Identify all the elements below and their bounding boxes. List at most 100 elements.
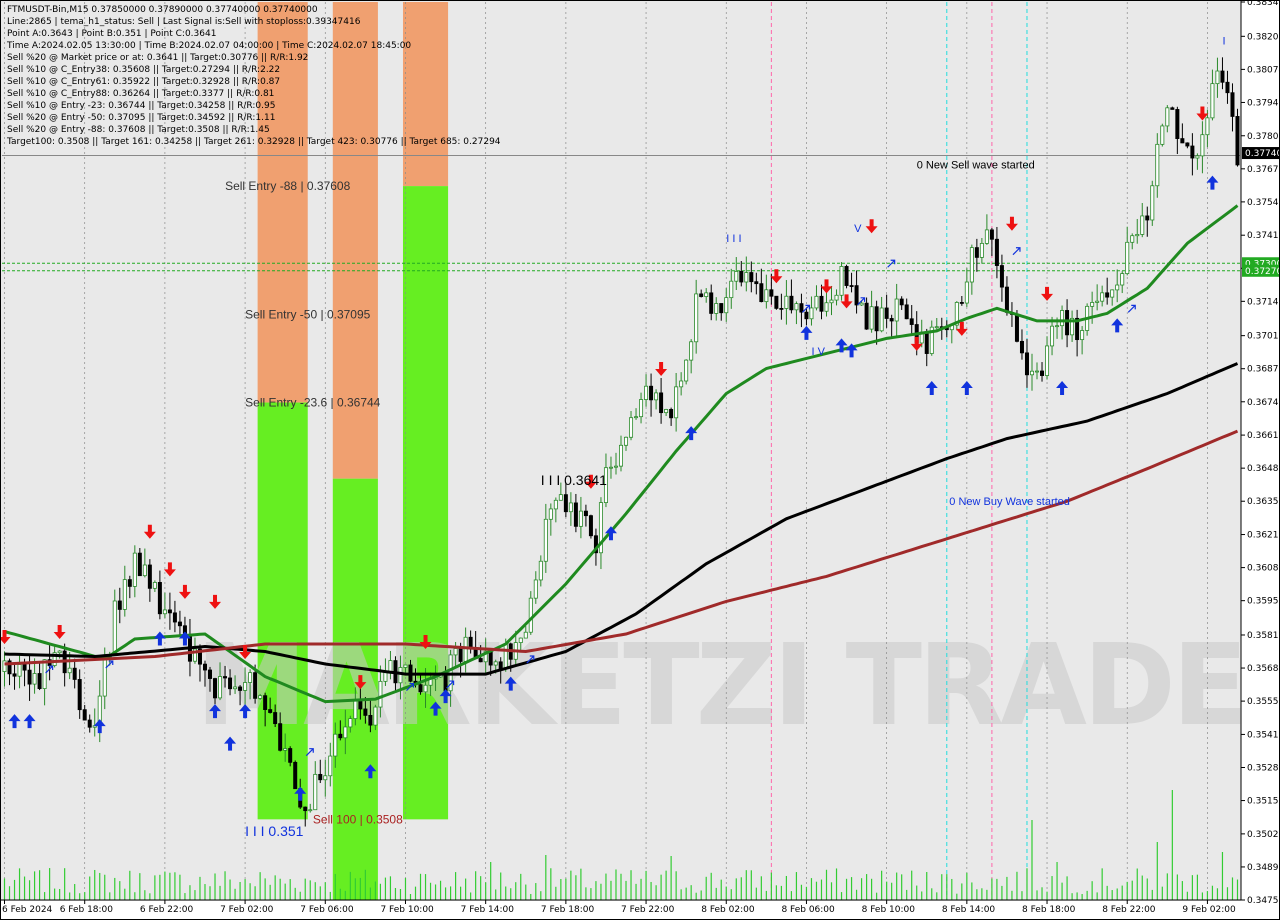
candle-body (303, 806, 308, 812)
candle-body (719, 303, 724, 314)
candle-body (398, 667, 403, 684)
candle-body (629, 417, 634, 438)
y-tick-label: 0.36217 (1247, 531, 1280, 541)
x-tick-label: 7 Feb 06:00 (300, 905, 354, 915)
candle-body (348, 718, 353, 728)
candle-body (87, 719, 92, 728)
candle-body (674, 386, 679, 419)
candle-body (293, 761, 298, 790)
candle-body (488, 650, 493, 666)
price-box-label: 0.37270 (1245, 267, 1280, 277)
candle-body (694, 293, 699, 343)
candle-body (679, 380, 684, 388)
candle-body (72, 667, 77, 680)
candle-body (809, 307, 814, 320)
annotation: I V (811, 346, 825, 358)
candle-body (12, 673, 17, 677)
y-tick-label: 0.36350 (1247, 497, 1280, 507)
candle-body (709, 292, 714, 314)
x-tick-label: 9 Feb 02:00 (1182, 905, 1236, 915)
candle-body (784, 295, 789, 309)
y-tick-label: 0.37942 (1247, 98, 1280, 108)
candle-body (619, 444, 624, 467)
candle-body (498, 661, 503, 670)
candle-body (338, 733, 343, 739)
candle-body (117, 600, 122, 610)
y-tick-label: 0.35287 (1247, 763, 1280, 773)
candlestick-chart[interactable]: MARKETZI TRADE Sell Entry -88 | 0.37608 Se… (0, 0, 1280, 920)
candle-body (639, 399, 644, 418)
candle-body (1019, 340, 1024, 354)
annotation: V (854, 223, 862, 235)
candle-body (17, 664, 22, 677)
candle-body (994, 238, 999, 266)
y-tick-label: 0.36879 (1247, 365, 1280, 375)
candle (1160, 123, 1165, 147)
info-line: Sell %20 @ Market price or at: 0.3641 ||… (7, 53, 308, 63)
candle-body (804, 311, 809, 320)
candle-body (889, 318, 894, 322)
candle-body (839, 266, 844, 296)
candle-body (77, 679, 82, 711)
candle-body (1235, 116, 1240, 166)
x-tick-label: 7 Feb 14:00 (461, 905, 515, 915)
candle-body (1135, 234, 1140, 237)
annotation: Sell Entry -23.6 | 0.36744 (245, 396, 381, 410)
candle-body (503, 643, 508, 670)
candle-body (1014, 313, 1019, 342)
watermark: MARKETZI TRADE (196, 621, 1245, 751)
candle-body (729, 280, 734, 299)
candle-body (263, 695, 268, 710)
candle-body (578, 510, 583, 527)
candle-body (824, 302, 829, 312)
candle-body (1215, 70, 1220, 85)
candle-body (142, 564, 147, 577)
x-tick-label: 7 Feb 22:00 (621, 905, 675, 915)
candle-body (749, 272, 754, 283)
y-tick-label: 0.36614 (1247, 431, 1280, 441)
candle (684, 359, 689, 385)
info-line: Sell %10 @ C_Entry38: 0.35608 || Target:… (7, 65, 280, 75)
y-tick-label: 0.35816 (1247, 631, 1280, 641)
y-tick-label: 0.34758 (1247, 896, 1280, 906)
candle-body (884, 307, 889, 319)
candle-body (568, 502, 573, 513)
candle-body (1205, 117, 1210, 136)
candle-body (1150, 185, 1155, 221)
x-tick-label: 7 Feb 10:00 (380, 905, 434, 915)
candle-body (1130, 235, 1135, 243)
candle-body (699, 293, 704, 297)
candle-body (112, 600, 117, 655)
y-tick-label: 0.36482 (1247, 464, 1280, 474)
candle-body (819, 295, 824, 312)
candle-body (644, 385, 649, 400)
x-tick-label: 8 Feb 02:00 (701, 905, 755, 915)
candle (844, 264, 849, 289)
candle-body (273, 712, 278, 725)
candle-body (659, 392, 664, 414)
candle-body (1230, 92, 1235, 117)
candle-body (268, 709, 273, 713)
candle-body (147, 564, 152, 589)
candle-body (233, 686, 238, 690)
candle-body (67, 667, 72, 674)
candle-body (989, 229, 994, 240)
candle-body (388, 660, 393, 673)
candle-body (1210, 83, 1215, 119)
candle-body (689, 341, 694, 361)
candle-body (157, 582, 162, 615)
candle-body (1105, 292, 1110, 298)
candle-body (964, 281, 969, 304)
x-tick-label: 8 Feb 10:00 (862, 905, 916, 915)
candle-body (328, 755, 333, 777)
candle-body (373, 706, 378, 726)
candle-body (1200, 134, 1205, 157)
candle-body (1125, 241, 1130, 275)
candle-body (999, 265, 1004, 288)
candle-body (669, 409, 674, 419)
candle-body (458, 648, 463, 662)
info-line: Line:2865 | tema_h1_status: Sell | Last … (7, 17, 361, 27)
candle-body (1145, 215, 1150, 221)
y-tick-label: 0.36085 (1247, 564, 1280, 574)
candle-body (979, 243, 984, 258)
